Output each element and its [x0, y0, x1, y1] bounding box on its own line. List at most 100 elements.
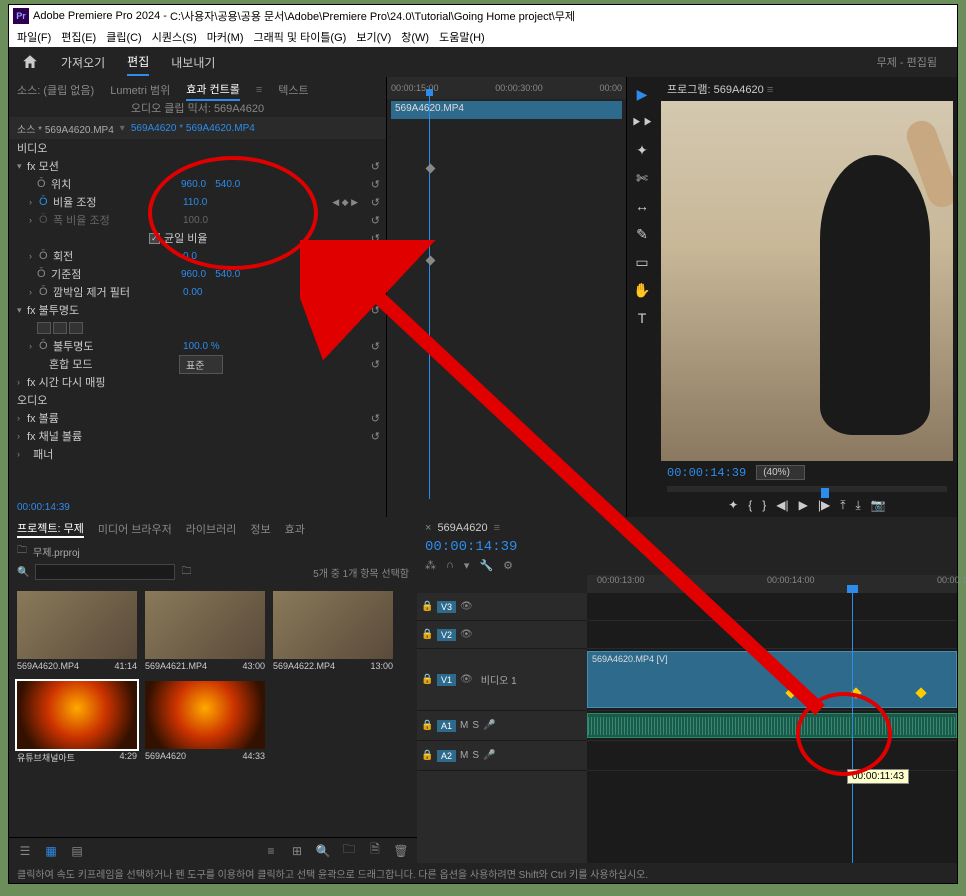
mask-pen-icon[interactable]: [69, 322, 83, 334]
menu-sequence[interactable]: 시퀀스(S): [148, 29, 201, 45]
reset-icon[interactable]: ↺: [371, 214, 380, 227]
track-v2-lane[interactable]: [587, 621, 957, 649]
track-a1-header[interactable]: 🔒A1MS🎤: [417, 711, 587, 741]
snap-icon[interactable]: ⁂: [425, 559, 436, 572]
bin-item[interactable]: 569A4620.MP441:14: [17, 591, 137, 673]
wrench-icon[interactable]: ⚙: [503, 559, 513, 572]
marker-icon[interactable]: ▾: [464, 559, 470, 572]
mark-in-icon[interactable]: {: [748, 498, 752, 513]
menu-view[interactable]: 보기(V): [352, 29, 395, 45]
lock-icon[interactable]: 🔒: [421, 750, 433, 761]
rotation-value[interactable]: 0.0: [183, 251, 197, 262]
menu-marker[interactable]: 마커(M): [203, 29, 248, 45]
hand-tool-icon[interactable]: ✋: [633, 281, 651, 299]
position-y[interactable]: 540.0: [215, 179, 240, 190]
tab-effects[interactable]: 효과: [285, 521, 305, 537]
menu-graphics[interactable]: 그래픽 및 타이틀(G): [249, 29, 350, 45]
reset-icon[interactable]: ↺: [371, 286, 380, 299]
new-bin-icon[interactable]: 🗀: [181, 564, 191, 581]
nav-edit[interactable]: 편집: [127, 49, 149, 76]
track-v2-header[interactable]: 🔒V2👁: [417, 621, 587, 649]
mute-icon[interactable]: M: [460, 750, 468, 761]
mark-out-icon[interactable]: }: [762, 498, 766, 513]
settings-icon[interactable]: 🔧: [479, 559, 493, 572]
menu-help[interactable]: 도움말(H): [435, 29, 489, 45]
effect-timeline-ruler[interactable]: 00:00:15:00 00:00:30:00 00:00: [387, 77, 626, 99]
slip-tool-icon[interactable]: ↔: [633, 197, 651, 215]
track-select-tool-icon[interactable]: ⯈⯈: [633, 113, 651, 131]
lock-icon[interactable]: 🔒: [421, 674, 433, 685]
home-icon[interactable]: [21, 53, 39, 71]
lift-icon[interactable]: ⤒: [840, 498, 845, 513]
add-marker-icon[interactable]: ✦: [728, 498, 738, 513]
fx-volume[interactable]: fx 볼륨: [27, 410, 157, 426]
track-lanes[interactable]: 569A4620.MP4 [V] 00:00:11:43: [587, 593, 957, 863]
track-v3-header[interactable]: 🔒V3👁: [417, 593, 587, 621]
bin-item[interactable]: 569A462044:33: [145, 681, 265, 766]
program-viewer[interactable]: [661, 101, 953, 461]
track-a1-lane[interactable]: [587, 711, 957, 741]
reset-icon[interactable]: ↺: [371, 340, 380, 353]
reset-icon[interactable]: ↺: [371, 304, 380, 317]
audio-clip[interactable]: [587, 713, 957, 738]
reset-icon[interactable]: ↺: [371, 232, 380, 245]
delete-icon[interactable]: 🗑: [393, 843, 409, 859]
fx-panner[interactable]: 패너: [27, 446, 157, 462]
search-input[interactable]: [35, 564, 175, 580]
reset-icon[interactable]: ↺: [371, 412, 380, 425]
mask-rect-icon[interactable]: [53, 322, 67, 334]
step-back-icon[interactable]: ◀|: [776, 498, 788, 513]
track-v1-lane[interactable]: 569A4620.MP4 [V]: [587, 649, 957, 711]
bin-item[interactable]: 유튜브채널아트4:29: [17, 681, 137, 766]
fx-channel-volume[interactable]: fx 채널 볼륨: [27, 428, 157, 444]
new-item-icon[interactable]: 🗎: [367, 843, 383, 859]
linked-sel-icon[interactable]: ∩: [446, 559, 454, 571]
fx-motion[interactable]: fx 모션: [27, 158, 157, 174]
lock-icon[interactable]: 🔒: [421, 629, 433, 640]
tab-info[interactable]: 정보: [250, 521, 270, 537]
sequence-name[interactable]: 569A4620: [437, 522, 487, 534]
auto-seq-icon[interactable]: ⊞: [289, 843, 305, 859]
blend-dropdown[interactable]: 표준: [179, 355, 223, 374]
tab-lumetri[interactable]: Lumetri 범위: [110, 80, 170, 100]
reset-icon[interactable]: ↺: [371, 430, 380, 443]
tab-media-browser[interactable]: 미디어 브라우저: [98, 521, 172, 537]
kf-nav[interactable]: ◀ ◆ ▶: [332, 197, 358, 208]
timeline-timecode[interactable]: 00:00:14:39: [417, 539, 957, 555]
eye-icon[interactable]: 👁: [460, 674, 473, 685]
tab-text[interactable]: 텍스트: [278, 80, 308, 100]
menu-clip[interactable]: 클립(C): [102, 29, 146, 45]
reset-icon[interactable]: ↺: [371, 178, 380, 191]
reset-icon[interactable]: ↺: [371, 160, 380, 173]
tab-audio-mixer[interactable]: 오디오 클립 믹서: 569A4620: [131, 98, 264, 118]
eye-icon[interactable]: 👁: [460, 629, 473, 640]
anchor-y[interactable]: 540.0: [215, 269, 240, 280]
play-icon[interactable]: ▶: [799, 498, 808, 513]
opacity-value[interactable]: 100.0 %: [183, 341, 220, 352]
track-a2-lane[interactable]: [587, 741, 957, 771]
antiflicker-value[interactable]: 0.00: [183, 287, 202, 298]
razor-tool-icon[interactable]: ✄: [633, 169, 651, 187]
zoom-dropdown[interactable]: (40%): [756, 465, 805, 480]
freeform-view-icon[interactable]: ▤: [69, 843, 85, 859]
lock-icon[interactable]: 🔒: [421, 601, 433, 612]
reset-icon[interactable]: ↺: [371, 358, 380, 371]
selection-tool-icon[interactable]: ▶: [633, 85, 651, 103]
bin-icon[interactable]: 🗀: [17, 543, 27, 560]
solo-icon[interactable]: S: [472, 750, 479, 761]
program-timecode[interactable]: 00:00:14:39: [667, 466, 746, 480]
bin-item[interactable]: 569A4622.MP413:00: [273, 591, 393, 673]
sort-icon[interactable]: ≡: [263, 843, 279, 859]
eye-icon[interactable]: 👁: [460, 601, 473, 612]
tab-source[interactable]: 소스: (클립 없음): [17, 80, 94, 100]
extract-icon[interactable]: ⤓: [856, 498, 861, 513]
rectangle-tool-icon[interactable]: ▭: [633, 253, 651, 271]
mute-icon[interactable]: M: [460, 720, 468, 731]
timeline-playhead[interactable]: [852, 593, 853, 863]
scale-value[interactable]: 110.0: [183, 197, 207, 208]
mask-ellipse-icon[interactable]: [37, 322, 51, 334]
tab-library[interactable]: 라이브러리: [186, 521, 237, 537]
export-frame-icon[interactable]: 📷: [871, 498, 886, 513]
nav-export[interactable]: 내보내기: [171, 50, 215, 75]
track-a2-header[interactable]: 🔒A2MS🎤: [417, 741, 587, 771]
